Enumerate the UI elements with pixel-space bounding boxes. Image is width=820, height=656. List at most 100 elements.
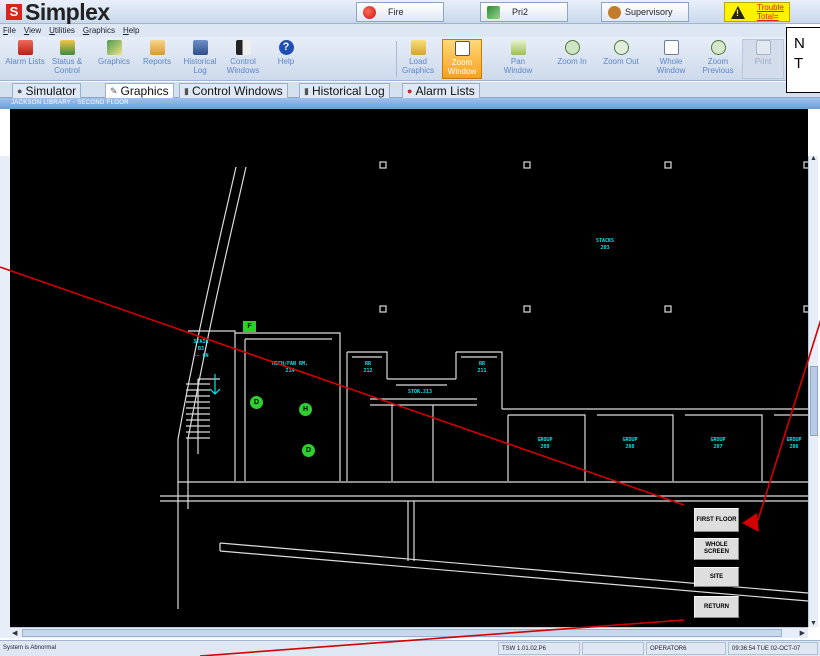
vertical-scroll-thumb[interactable] <box>810 366 818 436</box>
menu-graphics[interactable]: Graphics <box>83 24 115 37</box>
historical-log-label: Historical Log <box>183 57 217 75</box>
heat-detector-device-icon[interactable]: H <box>299 403 312 416</box>
trouble-status-button[interactable]: Trouble Total= <box>724 2 790 22</box>
room-label-group-208: GROUP 208 <box>615 437 645 451</box>
alarm-lists-button[interactable]: Alarm Lists <box>5 39 45 79</box>
status-control-label: Status & Control <box>51 57 83 75</box>
menu-utilities[interactable]: Utilities <box>49 24 75 37</box>
whole-window-button[interactable]: Whole Window <box>651 39 691 79</box>
pan-window-icon <box>510 40 526 55</box>
scroll-up-arrow-icon[interactable]: ▲ <box>810 155 817 162</box>
vertical-scrollbar[interactable]: ▲ ▼ <box>808 155 818 627</box>
zoom-out-button[interactable]: Zoom Out <box>601 39 641 79</box>
print-button[interactable]: Print <box>743 39 783 79</box>
tab-graphics-label: Graphics <box>120 84 169 98</box>
room-label-group-209-text: GROUP 209 <box>537 437 553 450</box>
alarm-lists-label: Alarm Lists <box>5 57 45 66</box>
pri2-icon <box>487 5 500 19</box>
tab-alarm-lists[interactable]: ● Alarm Lists <box>402 83 480 98</box>
supervisory-status-button[interactable]: Supervisory <box>601 2 689 22</box>
detector-device-icon[interactable]: D <box>250 396 263 409</box>
pan-window-button[interactable]: Pan Window <box>498 39 538 79</box>
zoom-window-icon <box>454 41 470 56</box>
horizontal-scrollbar[interactable]: ◀ ▶ <box>10 627 808 638</box>
control-windows-icon <box>235 40 251 55</box>
fire-device-icon[interactable]: F <box>243 321 256 332</box>
callout-line-2: T <box>794 55 804 72</box>
room-label-group-206: GROUP 206 <box>780 437 808 451</box>
print-label: Print <box>754 57 772 66</box>
supervisory-icon <box>608 5 621 19</box>
graphics-label: Graphics <box>97 57 130 66</box>
status-control-button[interactable]: Status & Control <box>47 39 87 79</box>
canvas-left-gutter <box>0 156 10 638</box>
alarm-lists-icon <box>17 40 33 55</box>
room-label-stor-text: STOR.213 <box>407 389 433 395</box>
pri2-status-button[interactable]: Pri2 <box>480 2 568 22</box>
room-label-mech-text: MECH/FAN RM. 214 <box>271 361 309 374</box>
tab-simulator[interactable]: ● Simulator <box>12 83 82 98</box>
fire-status-button[interactable]: Fire <box>356 2 444 22</box>
room-label-rr-212-text: RR 212 <box>363 361 373 374</box>
warning-icon <box>731 5 745 19</box>
tab-control-windows-label: Control Windows <box>191 84 283 98</box>
zoom-in-label: Zoom In <box>557 57 587 66</box>
room-label-mech: MECH/FAN RM. 214 <box>260 361 320 375</box>
zoom-window-button[interactable]: Zoom Window <box>442 39 482 79</box>
simulator-icon: ● <box>17 86 23 96</box>
whole-screen-button[interactable]: WHOLE SCREEN <box>694 538 739 560</box>
room-label-stair-text: STAIR B3 -- 6N <box>193 339 209 359</box>
reports-button[interactable]: Reports <box>137 39 177 79</box>
load-graphics-icon <box>410 40 426 55</box>
help-button[interactable]: ? Help <box>266 39 306 79</box>
main-toolbar: Alarm Lists Status & Control Graphics Re… <box>0 37 786 81</box>
site-button[interactable]: SITE <box>694 567 739 587</box>
historical-log-tab-icon: ▮ <box>304 86 309 96</box>
tab-control-windows[interactable]: ▮ Control Windows <box>179 83 288 98</box>
tab-historical-log[interactable]: ▮ Historical Log <box>299 83 390 98</box>
control-windows-label: Control Windows <box>226 57 260 75</box>
pri2-status-label: Pri2 <box>512 7 529 17</box>
menu-help[interactable]: Help <box>123 24 139 37</box>
room-label-group-209: GROUP 209 <box>530 437 560 451</box>
menu-file[interactable]: File <box>3 24 16 37</box>
load-graphics-button[interactable]: Load Graphics <box>398 39 438 79</box>
annotation-callout-box: N T <box>786 27 820 93</box>
zoom-previous-button[interactable]: Zoom Previous <box>698 39 738 79</box>
historical-log-button[interactable]: Historical Log <box>180 39 220 79</box>
tab-simulator-label: Simulator <box>25 84 77 98</box>
room-label-group-206-text: GROUP 206 <box>786 437 802 450</box>
toolbar-separator <box>396 41 397 77</box>
simplex-logo-text: Simplex <box>25 0 110 25</box>
horizontal-scroll-thumb[interactable] <box>22 629 782 637</box>
first-floor-button[interactable]: FIRST FLOOR <box>694 508 739 532</box>
room-label-group-208-text: GROUP 208 <box>622 437 638 450</box>
room-label-rr-211: RR 211 <box>470 361 494 375</box>
tab-bar: ● Simulator ✎ Graphics ▮ Control Windows… <box>0 82 820 98</box>
menu-view[interactable]: View <box>24 24 41 37</box>
detector-device-icon-2[interactable]: D <box>302 444 315 457</box>
control-windows-button[interactable]: Control Windows <box>223 39 263 79</box>
trouble-total-label: Total= <box>757 12 779 21</box>
graphics-button[interactable]: Graphics <box>94 39 134 79</box>
zoom-in-button[interactable]: Zoom In <box>552 39 592 79</box>
status-operator: OPERATOR6 <box>646 642 726 655</box>
tab-alarm-lists-label: Alarm Lists <box>415 84 475 98</box>
status-message: System is Abnormal <box>3 645 57 651</box>
status-bar: System is Abnormal TSW 1.01.02.P6 OPERAT… <box>0 640 820 656</box>
floor-plan-canvas[interactable]: STACKS 203 STAIR B3 -- 6N MECH/FAN RM. 2… <box>10 109 808 627</box>
help-label: Help <box>277 57 295 66</box>
zoom-in-icon <box>564 40 580 55</box>
room-label-stacks: STACKS 203 <box>590 238 620 252</box>
scroll-left-arrow-icon[interactable]: ◀ <box>12 629 17 637</box>
trouble-status-text: Trouble Total= <box>757 3 784 21</box>
callout-line-1: N <box>794 35 805 52</box>
tab-graphics[interactable]: ✎ Graphics <box>105 83 174 98</box>
scroll-right-arrow-icon[interactable]: ▶ <box>800 629 805 637</box>
fire-status-label: Fire <box>388 7 404 17</box>
floor-plan-drawing <box>160 161 808 609</box>
tab-historical-log-label: Historical Log <box>311 84 385 98</box>
return-button[interactable]: RETURN <box>694 596 739 618</box>
help-icon: ? <box>278 40 294 55</box>
scroll-down-arrow-icon[interactable]: ▼ <box>810 620 817 627</box>
